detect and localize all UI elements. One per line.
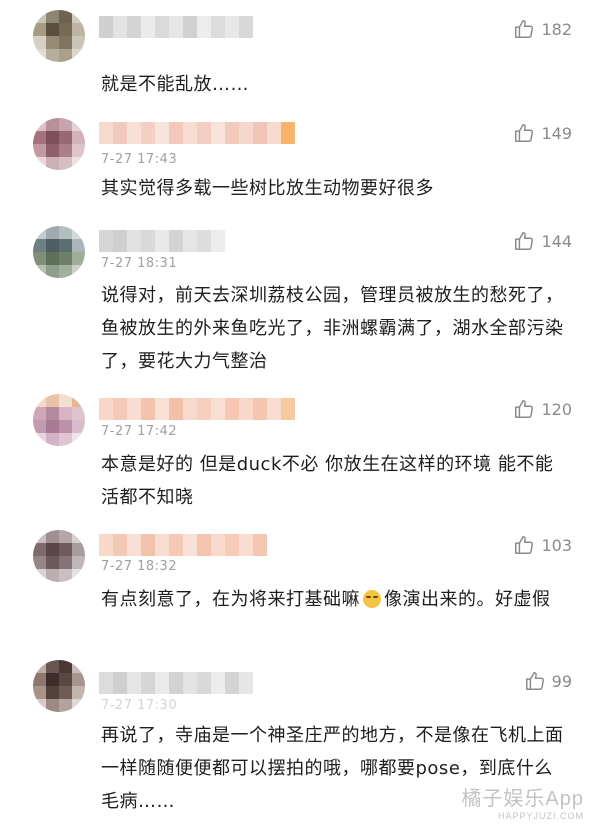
like-button[interactable]: 182 xyxy=(513,18,572,40)
avatar[interactable] xyxy=(33,118,85,170)
thumbs-up-icon xyxy=(525,672,544,690)
username-blurred[interactable] xyxy=(99,672,253,694)
watermark: 橘子娱乐App HAPPYJUZI.COM xyxy=(461,782,584,821)
like-count: 120 xyxy=(541,399,572,419)
comment-text-part: 像演出来的。好虚假 xyxy=(384,589,551,610)
smirk-emoji-icon xyxy=(363,590,381,608)
like-button[interactable]: 99 xyxy=(524,670,572,692)
comment-text-part: 有点刻意了，在为将来打基础嘛 xyxy=(101,589,360,610)
comment-text: 本意是好的 但是duck不必 你放生在这样的环境 能不能活都不知晓 xyxy=(101,454,554,508)
thumbs-up-icon xyxy=(515,536,534,554)
comment-text: 有点刻意了，在为将来打基础嘛 像演出来的。好虚假 xyxy=(101,583,571,616)
like-count: 99 xyxy=(551,671,572,691)
like-count: 103 xyxy=(541,535,572,555)
thumbs-up-icon xyxy=(515,124,534,142)
avatar[interactable] xyxy=(33,394,85,446)
like-button[interactable]: 120 xyxy=(513,398,572,420)
username-blurred[interactable] xyxy=(99,534,267,556)
like-count: 144 xyxy=(541,231,572,251)
like-count: 149 xyxy=(541,123,572,143)
comment-time: 7-27 18:31 xyxy=(101,256,178,271)
like-button[interactable]: 144 xyxy=(513,230,572,252)
comment-text: 其实觉得多载一些树比放生动物要好很多 xyxy=(101,178,434,199)
comment-time: 7-27 17:42 xyxy=(101,424,178,439)
like-button[interactable]: 149 xyxy=(513,122,572,144)
watermark-sub: HAPPYJUZI.COM xyxy=(497,811,584,821)
avatar[interactable] xyxy=(33,530,85,582)
comment-time: 7-27 17:43 xyxy=(101,152,178,167)
username-blurred[interactable] xyxy=(99,16,253,38)
avatar[interactable] xyxy=(33,10,85,62)
like-button[interactable]: 103 xyxy=(513,534,572,556)
thumbs-up-icon xyxy=(515,20,534,38)
watermark-main: 橘子娱乐App xyxy=(461,788,584,810)
avatar[interactable] xyxy=(33,226,85,278)
avatar[interactable] xyxy=(33,660,85,712)
comment-text: 就是不能乱放…… xyxy=(101,74,249,95)
like-count: 182 xyxy=(541,19,572,39)
comment-time: 7-27 18:32 xyxy=(101,559,178,574)
comment-time: 7-27 17:30 xyxy=(101,698,178,713)
username-blurred[interactable] xyxy=(99,122,295,144)
username-blurred[interactable] xyxy=(99,398,295,420)
thumbs-up-icon xyxy=(515,400,534,418)
username-blurred[interactable] xyxy=(99,230,225,252)
thumbs-up-icon xyxy=(515,232,534,250)
comment-text: 说得对，前天去深圳荔枝公园，管理员被放生的愁死了，鱼被放生的外来鱼吃光了，非洲螺… xyxy=(101,285,564,372)
